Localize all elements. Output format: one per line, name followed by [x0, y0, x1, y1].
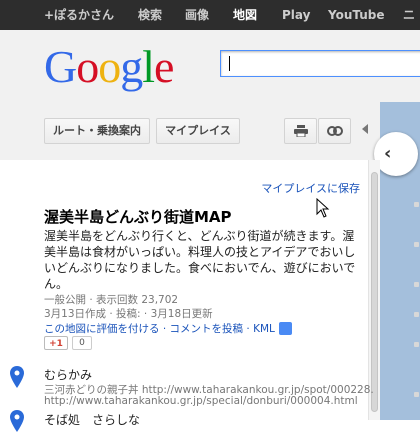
collapse-sidebar-button[interactable]: ‹ [374, 132, 418, 176]
comment-link[interactable]: コメントを投稿 [170, 323, 244, 335]
logo-letter: o [98, 41, 121, 92]
map-marker [414, 202, 419, 207]
map-marker [414, 242, 419, 247]
save-to-myplaces-link[interactable]: マイプレイスに保存 [261, 180, 360, 196]
rate-map-link[interactable]: この地図に評価を付ける [44, 323, 160, 335]
print-icon [293, 125, 308, 138]
collapse-panel-icon[interactable] [362, 124, 368, 134]
rss-icon[interactable] [278, 321, 292, 335]
kml-link[interactable]: KML [253, 323, 275, 335]
search-input[interactable] [220, 50, 420, 77]
link-icon [326, 126, 343, 136]
nav-user[interactable]: +ぽるかさん [44, 0, 114, 30]
map-links: この地図に評価を付ける · コメントを投稿 · KML [44, 321, 292, 336]
nav-search[interactable]: 検索 [138, 0, 162, 30]
place-description: http://www.taharakankou.gr.jp/special/do… [44, 395, 358, 407]
map-description: 渥美半島をどんぶり行くと、どんぶり街道が続きます。渥美半島は食材がいっぱい。料理… [44, 229, 356, 291]
logo-letter: l [142, 41, 155, 92]
google-logo[interactable]: Google [44, 41, 174, 92]
plus-one-button[interactable]: +1 [44, 336, 68, 350]
map-dates: 3月13日作成 · 投稿: · 3月18日更新 [44, 308, 213, 320]
route-button[interactable]: ルート・乗換案内 [44, 118, 150, 144]
scrollbar[interactable] [368, 160, 380, 420]
plus-one-count: 0 [72, 336, 92, 350]
map-marker [414, 312, 419, 317]
nav-maps[interactable]: 地図 [233, 0, 257, 30]
separator: · [162, 323, 167, 335]
map-pin-icon[interactable] [10, 410, 24, 432]
nav-images[interactable]: 画像 [185, 0, 209, 30]
nav-play[interactable]: Play [282, 0, 310, 30]
logo-letter: g [120, 41, 143, 92]
chevron-left-icon: ‹ [384, 143, 392, 164]
scroll-thumb[interactable] [371, 172, 378, 412]
link-button[interactable] [318, 118, 351, 144]
map-title: 渥美半島どんぶり街道MAP [44, 208, 232, 226]
map-marker [414, 342, 419, 347]
myplaces-button[interactable]: マイプレイス [156, 118, 240, 144]
map-pin-icon[interactable] [10, 366, 24, 388]
map-marker [414, 392, 419, 397]
nav-more[interactable]: ニ [403, 0, 415, 30]
text-cursor [229, 56, 230, 71]
separator: · [246, 323, 250, 335]
map-stats: 一般公開 · 表示回数 23,702 [44, 294, 179, 306]
nav-youtube[interactable]: YouTube [328, 0, 385, 30]
mouse-pointer-icon [316, 198, 330, 218]
logo-letter: G [44, 41, 77, 92]
logo-letter: e [154, 41, 174, 92]
place-name[interactable]: むらかみ [44, 366, 92, 383]
map-marker [414, 282, 419, 287]
print-button[interactable] [284, 118, 317, 144]
logo-letter: o [76, 41, 99, 92]
